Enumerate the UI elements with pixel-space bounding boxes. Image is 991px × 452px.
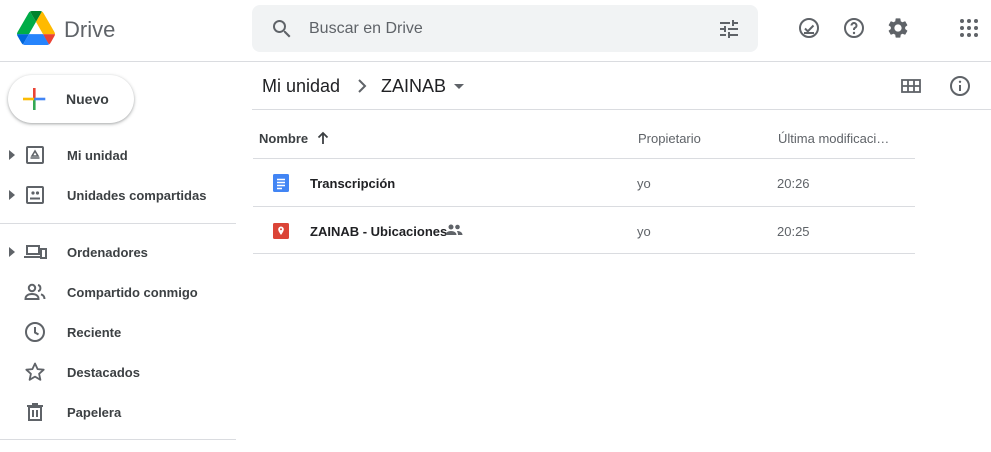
- sidebar-item-recent[interactable]: Reciente: [0, 312, 236, 352]
- column-header-name[interactable]: Nombre: [259, 131, 308, 146]
- new-button-label: Nuevo: [66, 91, 109, 107]
- file-name[interactable]: Transcripción: [310, 176, 395, 191]
- settings-icon[interactable]: [886, 16, 910, 40]
- sidebar-item-label: Compartido conmigo: [67, 285, 198, 300]
- sidebar-item-label: Ordenadores: [67, 245, 148, 260]
- table-row[interactable]: ZAINAB - Ubicaciones yo 20:25: [253, 206, 915, 254]
- google-my-maps-icon: [273, 223, 289, 239]
- sidebar-item-my-drive[interactable]: Mi unidad: [0, 135, 236, 175]
- help-icon[interactable]: [842, 16, 866, 40]
- expand-caret-icon[interactable]: [9, 190, 15, 200]
- apps-grid-icon[interactable]: [957, 16, 981, 40]
- sidebar-item-shared-drives[interactable]: Unidades compartidas: [0, 175, 236, 215]
- sidebar-item-label: Mi unidad: [67, 148, 128, 163]
- offline-check-icon[interactable]: [797, 16, 821, 40]
- trash-icon: [27, 403, 43, 421]
- clock-icon: [25, 322, 45, 342]
- search-bar[interactable]: Buscar en Drive: [252, 5, 758, 52]
- sort-arrow-up-icon[interactable]: [315, 130, 331, 146]
- expand-caret-icon[interactable]: [9, 150, 15, 160]
- shared-with-me-icon: [24, 283, 46, 300]
- file-owner: yo: [637, 224, 651, 239]
- chevron-right-icon: [358, 79, 367, 93]
- top-bar: Drive Buscar en Drive: [0, 0, 991, 62]
- sidebar-item-label: Unidades compartidas: [67, 188, 207, 203]
- file-modified: 20:25: [777, 224, 810, 239]
- sidebar-item-trash[interactable]: Papelera: [0, 392, 236, 432]
- column-header-owner[interactable]: Propietario: [638, 131, 701, 146]
- file-modified: 20:26: [777, 176, 810, 191]
- sidebar-item-label: Reciente: [67, 325, 122, 340]
- new-button[interactable]: Nuevo: [8, 75, 134, 123]
- column-header-modified[interactable]: Última modificaci…: [778, 131, 889, 146]
- my-drive-icon: [26, 146, 44, 164]
- search-input[interactable]: Buscar en Drive: [309, 20, 423, 38]
- file-name[interactable]: ZAINAB - Ubicaciones: [310, 224, 447, 239]
- search-icon[interactable]: [270, 17, 294, 41]
- breadcrumb-current[interactable]: ZAINAB: [381, 75, 446, 97]
- file-owner: yo: [637, 176, 651, 191]
- grid-view-icon[interactable]: [899, 74, 923, 98]
- tune-icon[interactable]: [717, 17, 741, 41]
- sidebar-item-computers[interactable]: Ordenadores: [0, 232, 236, 272]
- sidebar-item-label: Papelera: [67, 405, 122, 420]
- sidebar-divider: [0, 223, 236, 224]
- star-icon: [25, 362, 45, 381]
- table-row[interactable]: Transcripción yo 20:26: [253, 158, 915, 206]
- app-title[interactable]: Drive: [64, 17, 115, 43]
- sidebar-item-label: Destacados: [67, 365, 140, 380]
- sidebar-divider: [0, 439, 236, 440]
- shared-people-icon: [445, 224, 463, 235]
- toolbar-divider: [252, 109, 991, 110]
- dropdown-arrow-icon[interactable]: [454, 84, 464, 89]
- plus-icon: [23, 88, 46, 110]
- expand-caret-icon[interactable]: [9, 247, 15, 257]
- shared-drives-icon: [26, 186, 44, 204]
- sidebar-item-shared-with-me[interactable]: Compartido conmigo: [0, 272, 236, 312]
- breadcrumb-root[interactable]: Mi unidad: [262, 75, 340, 97]
- drive-logo-icon[interactable]: [17, 11, 55, 45]
- info-icon[interactable]: [948, 74, 972, 98]
- sidebar-item-starred[interactable]: Destacados: [0, 352, 236, 392]
- computers-icon: [24, 245, 47, 259]
- google-docs-icon: [273, 174, 289, 192]
